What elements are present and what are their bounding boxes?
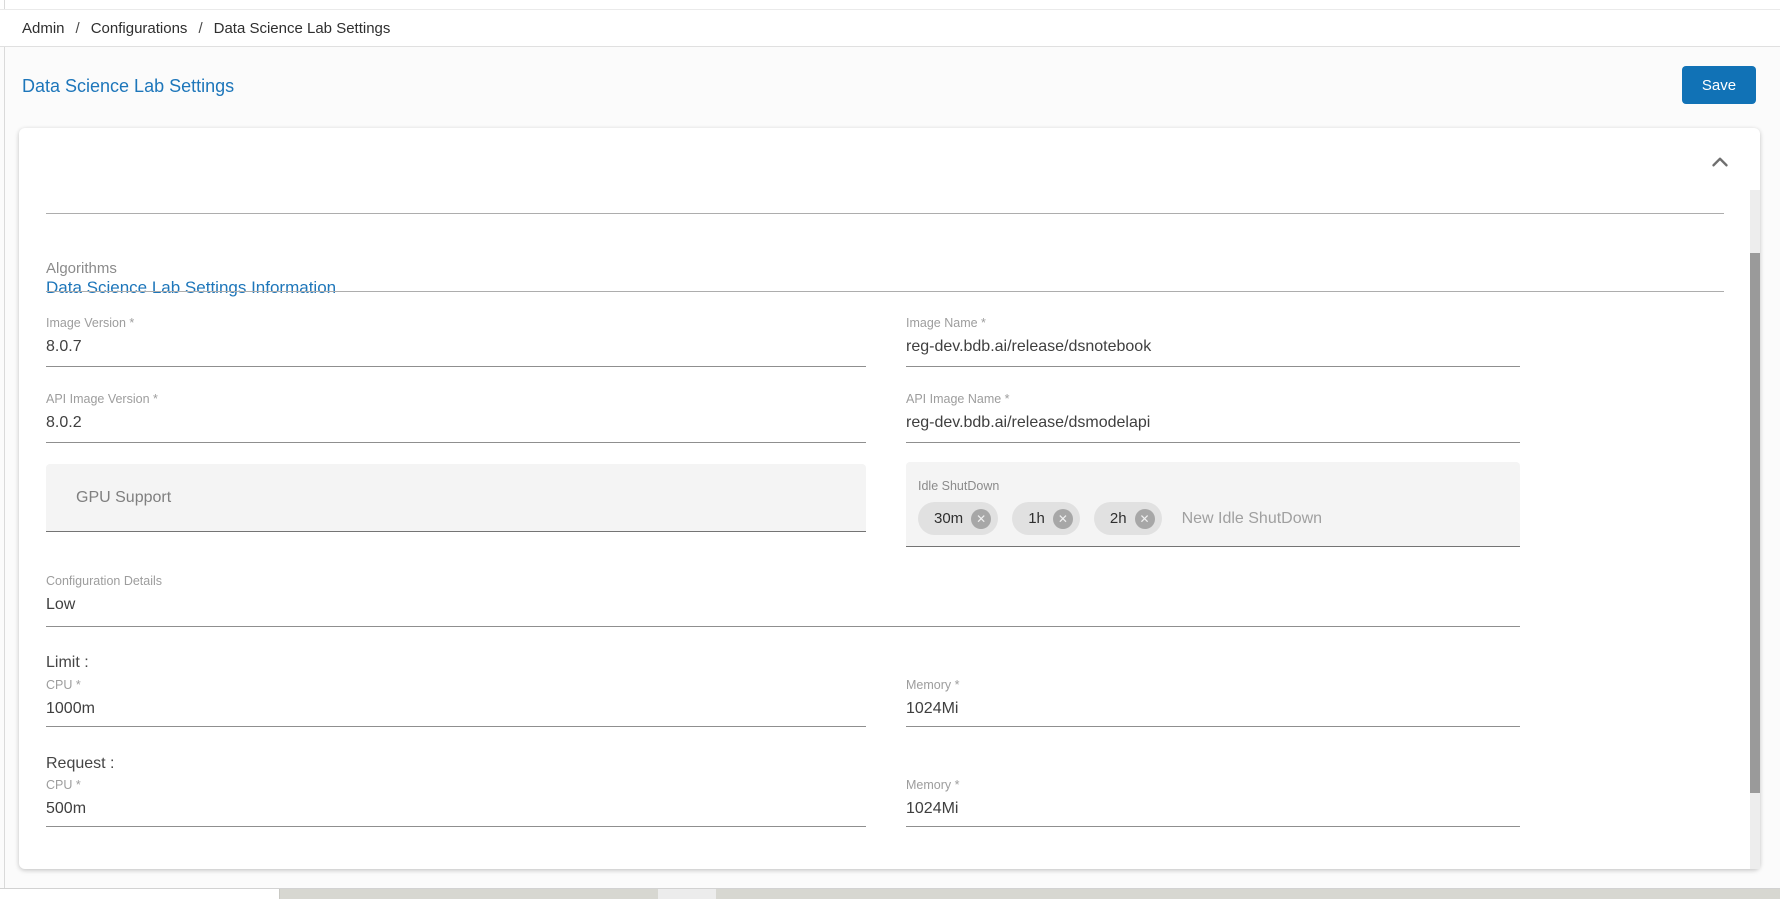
limit-cpu-input[interactable]: 1000m — [46, 700, 866, 718]
idle-chip: 1h ✕ — [1012, 502, 1080, 535]
api-image-name-label: API Image Name * — [906, 392, 1010, 406]
chevron-up-icon — [1707, 157, 1733, 178]
idle-chip: 30m ✕ — [918, 502, 999, 535]
limit-memory-input[interactable]: 1024Mi — [906, 700, 1520, 718]
idle-chip-value: 30m — [934, 510, 964, 527]
image-version-label: Image Version * — [46, 316, 135, 330]
window-top-strip — [0, 0, 1780, 9]
gpu-support-field[interactable]: GPU Support — [46, 464, 866, 532]
section-label-algorithms: Algorithms — [46, 260, 117, 277]
idle-shutdown-field[interactable]: Idle ShutDown 30m ✕ 1h ✕ 2h ✕ New Idle S… — [906, 462, 1520, 547]
limit-cpu-label: CPU * — [46, 678, 81, 692]
request-cpu-input[interactable]: 500m — [46, 800, 866, 818]
idle-chip-value: 2h — [1109, 510, 1127, 527]
background-window-strip — [0, 889, 1780, 899]
breadcrumb: Admin / Configurations / Data Science La… — [0, 9, 1780, 47]
request-heading: Request : — [46, 755, 115, 772]
api-image-name-field[interactable]: API Image Name * reg-dev.bdb.ai/release/… — [906, 392, 1520, 443]
save-button[interactable]: Save — [1682, 66, 1756, 104]
breadcrumb-separator: / — [198, 19, 203, 37]
request-memory-label: Memory * — [906, 778, 960, 792]
new-idle-shutdown-input[interactable]: New Idle ShutDown — [1182, 510, 1323, 528]
collapse-panel-button[interactable] — [1705, 148, 1735, 178]
configuration-details-label: Configuration Details — [46, 574, 163, 588]
api-image-version-field[interactable]: API Image Version * 8.0.2 — [46, 392, 866, 443]
request-memory-field[interactable]: Memory * 1024Mi — [906, 778, 1520, 827]
idle-chip: 2h ✕ — [1093, 502, 1162, 535]
window-left-edge — [4, 0, 5, 899]
image-name-label: Image Name * — [906, 316, 986, 330]
panel-title: Data Science Lab Settings Information — [46, 278, 337, 297]
idle-shutdown-chips: 30m ✕ 1h ✕ 2h ✕ New Idle ShutDown — [918, 502, 1520, 535]
limit-memory-label: Memory * — [906, 678, 960, 692]
scrollbar-track[interactable] — [1750, 190, 1760, 869]
limit-cpu-field[interactable]: CPU * 1000m — [46, 678, 866, 727]
image-version-input[interactable]: 8.0.7 — [46, 338, 866, 356]
scrollbar-thumb[interactable] — [1750, 253, 1760, 793]
configuration-details-input[interactable]: Low — [46, 596, 1520, 614]
background-window-segment — [0, 889, 280, 899]
request-cpu-label: CPU * — [46, 778, 81, 792]
image-name-input[interactable]: reg-dev.bdb.ai/release/dsnotebook — [906, 338, 1520, 356]
breadcrumb-item-admin[interactable]: Admin — [22, 20, 65, 37]
image-version-field[interactable]: Image Version * 8.0.7 — [46, 316, 866, 367]
breadcrumb-item-configurations[interactable]: Configurations — [91, 20, 188, 37]
chip-close-icon[interactable]: ✕ — [1134, 508, 1155, 529]
configuration-details-field[interactable]: Configuration Details Low — [46, 574, 1520, 627]
breadcrumb-item-current: Data Science Lab Settings — [213, 19, 391, 37]
chip-close-icon[interactable]: ✕ — [971, 508, 992, 529]
header-divider — [46, 213, 1724, 214]
api-image-version-label: API Image Version * — [46, 392, 158, 406]
request-cpu-field[interactable]: CPU * 500m — [46, 778, 866, 827]
page-title: Data Science Lab Settings — [22, 76, 235, 96]
image-name-field[interactable]: Image Name * reg-dev.bdb.ai/release/dsno… — [906, 316, 1520, 367]
background-window-segment — [658, 889, 716, 899]
gpu-support-label: GPU Support — [76, 488, 172, 506]
idle-chip-value: 1h — [1028, 510, 1045, 527]
section-divider — [46, 291, 1724, 292]
chip-close-icon[interactable]: ✕ — [1052, 508, 1073, 529]
api-image-version-input[interactable]: 8.0.2 — [46, 414, 866, 432]
request-memory-input[interactable]: 1024Mi — [906, 800, 1520, 818]
limit-memory-field[interactable]: Memory * 1024Mi — [906, 678, 1520, 727]
idle-shutdown-label: Idle ShutDown — [918, 479, 1000, 493]
settings-panel: Data Science Lab Settings Information Al… — [19, 128, 1760, 869]
limit-heading: Limit : — [46, 654, 89, 671]
breadcrumb-separator: / — [75, 19, 80, 37]
api-image-name-input[interactable]: reg-dev.bdb.ai/release/dsmodelapi — [906, 414, 1520, 432]
